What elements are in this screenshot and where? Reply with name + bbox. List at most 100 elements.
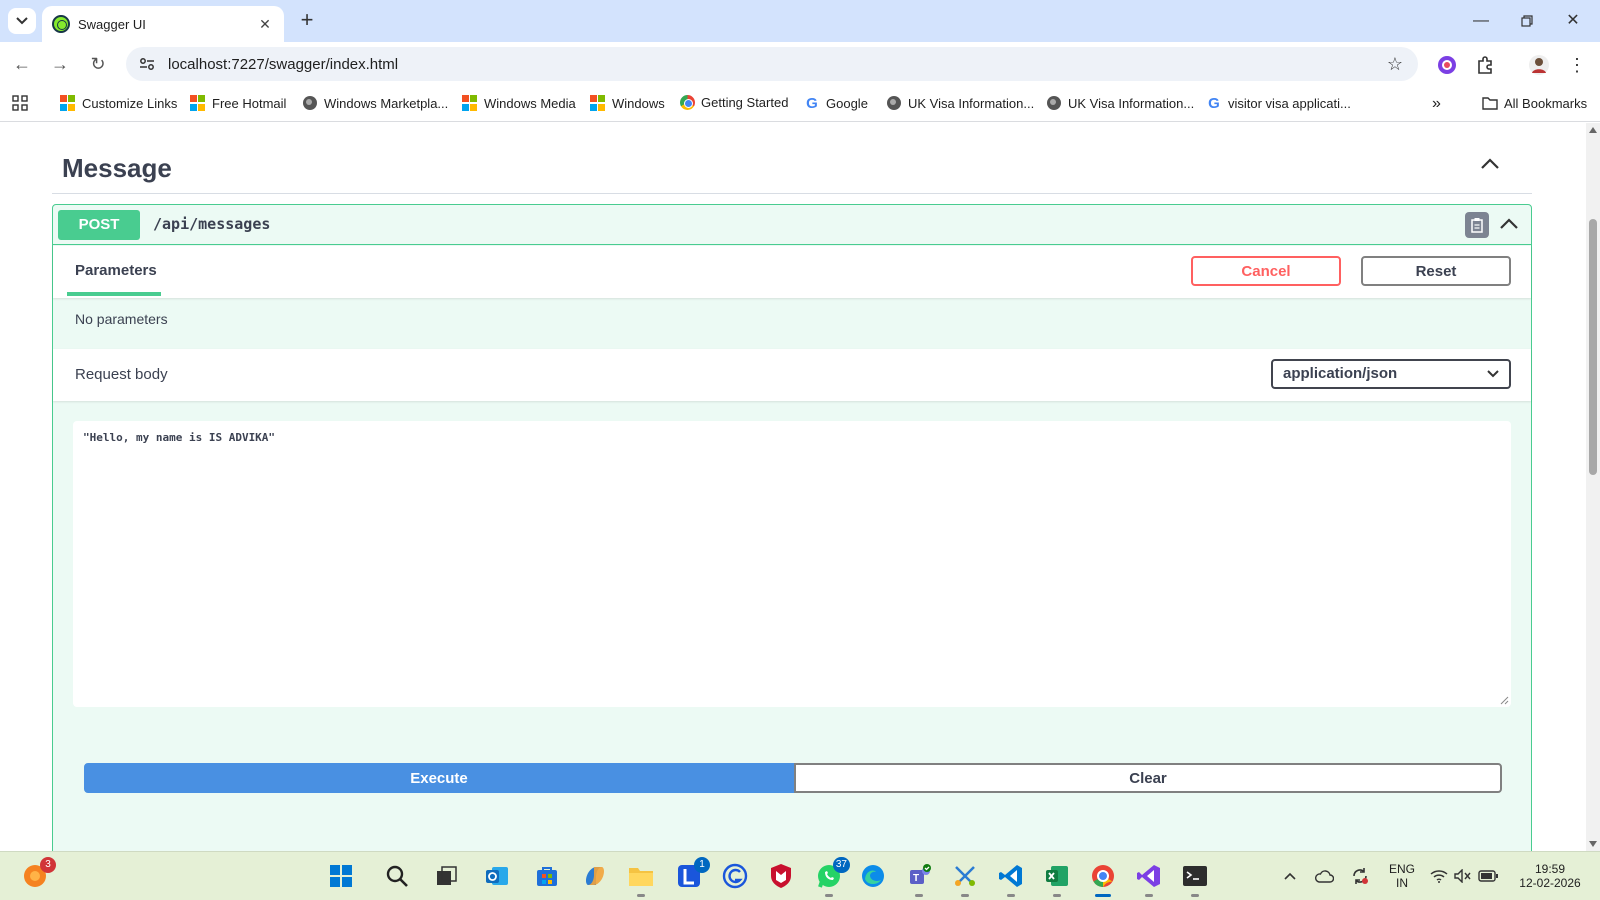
region-code: IN xyxy=(1396,876,1408,890)
input-language-indicator[interactable]: ENG IN xyxy=(1384,862,1420,890)
all-bookmarks-button[interactable]: All Bookmarks xyxy=(1482,95,1587,111)
scroll-up-arrow-icon[interactable] xyxy=(1589,127,1597,133)
bookmark-label: Getting Started xyxy=(701,95,789,110)
running-indicator xyxy=(1145,894,1153,897)
bookmark-getting-started[interactable]: Getting Started xyxy=(680,95,788,110)
content-type-select[interactable]: application/json xyxy=(1271,359,1511,389)
browser-menu-icon[interactable]: ⋮ xyxy=(1564,52,1590,78)
profile-avatar[interactable] xyxy=(1526,52,1552,78)
request-body-textarea[interactable]: "Hello, my name is IS ADVIKA" xyxy=(73,421,1511,707)
teams-icon[interactable]: T xyxy=(904,861,934,897)
back-arrow-icon[interactable]: ← xyxy=(8,50,36,78)
notification-app-icon[interactable]: 3 xyxy=(20,857,56,891)
cancel-button[interactable]: Cancel xyxy=(1191,256,1341,286)
resize-grip-icon[interactable] xyxy=(1499,695,1509,705)
bookmark-label: Windows xyxy=(612,95,665,111)
bookmark-uk-visa-1[interactable]: UK Visa Information... xyxy=(886,95,1034,111)
globe-icon xyxy=(886,95,902,111)
mcafee-shield-icon[interactable] xyxy=(766,861,796,891)
minimize-icon[interactable]: — xyxy=(1458,6,1504,36)
operation-path: /api/messages xyxy=(153,215,271,233)
tab-close-icon[interactable]: ✕ xyxy=(256,16,274,33)
outlook-icon[interactable] xyxy=(482,861,512,891)
clear-button[interactable]: Clear xyxy=(794,763,1502,793)
whatsapp-badge: 37 xyxy=(832,857,850,873)
reset-button[interactable]: Reset xyxy=(1361,256,1511,286)
bookmark-windows[interactable]: Windows xyxy=(590,95,665,111)
windows-logo-icon xyxy=(590,95,606,111)
microsoft-store-icon[interactable] xyxy=(532,861,562,891)
bookmark-windows-media[interactable]: Windows Media xyxy=(462,95,576,111)
bookmark-label: UK Visa Information... xyxy=(908,95,1035,111)
tab-title: Swagger UI xyxy=(78,16,146,32)
restore-icon[interactable] xyxy=(1504,6,1550,36)
screen-capture-extension-icon[interactable] xyxy=(1434,52,1460,78)
request-body-text: "Hello, my name is IS ADVIKA" xyxy=(83,431,276,444)
scroll-down-arrow-icon[interactable] xyxy=(1589,841,1597,847)
terminal-icon[interactable] xyxy=(1180,861,1210,897)
chrome-taskbar-icon[interactable] xyxy=(1088,861,1118,897)
whatsapp-icon[interactable]: 37 xyxy=(814,857,850,897)
tab-parameters[interactable]: Parameters xyxy=(67,246,161,296)
clock-date: 12-02-2026 xyxy=(1519,876,1581,890)
bookmark-customize-links[interactable]: Customize Links xyxy=(60,95,177,111)
start-windows-icon[interactable] xyxy=(326,861,356,891)
extensions-puzzle-icon[interactable] xyxy=(1472,52,1498,78)
running-indicator xyxy=(637,894,645,897)
search-icon[interactable] xyxy=(382,861,412,891)
snipping-tool-icon[interactable] xyxy=(950,861,980,897)
onedrive-cloud-icon[interactable] xyxy=(1312,861,1336,891)
bookmark-uk-visa-2[interactable]: UK Visa Information... xyxy=(1046,95,1194,111)
section-collapse-chevron-up-icon[interactable] xyxy=(1480,157,1506,179)
bookmark-label: Windows Marketpla... xyxy=(324,95,449,111)
apps-grid-icon[interactable] xyxy=(12,95,28,111)
execute-button[interactable]: Execute xyxy=(84,763,794,793)
l-app-icon[interactable]: 1 xyxy=(674,857,710,891)
google-icon: G xyxy=(806,95,818,112)
task-view-icon[interactable] xyxy=(432,861,462,891)
bookmark-free-hotmail[interactable]: Free Hotmail xyxy=(190,95,286,111)
bookmark-windows-marketplace[interactable]: Windows Marketpla... xyxy=(302,95,448,111)
bookmark-label: Google xyxy=(826,96,868,111)
running-indicator xyxy=(1007,894,1015,897)
copilot-icon[interactable] xyxy=(580,861,610,891)
running-indicator xyxy=(1191,894,1199,897)
volume-muted-icon[interactable] xyxy=(1452,861,1474,891)
battery-icon[interactable] xyxy=(1476,861,1500,891)
edge-icon[interactable] xyxy=(858,861,888,891)
bookmark-google[interactable]: G Google xyxy=(804,95,868,112)
operation-collapse-chevron-up-icon[interactable] xyxy=(1499,214,1523,236)
browser-tab-swagger[interactable]: Swagger UI ✕ xyxy=(42,6,284,42)
excel-icon[interactable] xyxy=(1042,861,1072,897)
vscode-icon[interactable] xyxy=(996,861,1026,897)
address-bar[interactable]: localhost:7227/swagger/index.html ☆ xyxy=(126,47,1418,81)
sync-icon[interactable] xyxy=(1348,861,1372,891)
content-type-value: application/json xyxy=(1283,365,1398,382)
google-icon: G xyxy=(1208,95,1220,112)
wifi-icon[interactable] xyxy=(1428,861,1450,891)
bookmark-visitor-visa[interactable]: G visitor visa applicati... xyxy=(1206,95,1351,112)
running-indicator xyxy=(961,894,969,897)
file-explorer-icon[interactable] xyxy=(626,861,656,897)
copy-to-clipboard-icon[interactable] xyxy=(1465,212,1489,238)
visual-studio-icon[interactable] xyxy=(1134,861,1164,897)
site-info-icon[interactable] xyxy=(136,53,158,75)
page-scrollbar[interactable] xyxy=(1586,123,1600,851)
section-divider xyxy=(52,193,1532,194)
new-tab-button[interactable]: + xyxy=(294,8,320,34)
scroll-thumb[interactable] xyxy=(1589,219,1597,475)
bookmark-label: Free Hotmail xyxy=(212,95,287,111)
clock[interactable]: 19:59 12-02-2026 xyxy=(1510,862,1590,890)
tab-search-button[interactable] xyxy=(8,8,36,34)
swagger-favicon-icon xyxy=(52,15,70,33)
running-indicator xyxy=(915,894,923,897)
show-hidden-icons-chevron-up-icon[interactable] xyxy=(1280,861,1300,891)
operation-summary[interactable]: POST /api/messages xyxy=(53,205,1531,245)
bookmark-star-icon[interactable]: ☆ xyxy=(1380,54,1410,75)
section-title[interactable]: Message xyxy=(62,153,172,184)
grammarly-icon[interactable] xyxy=(720,861,750,891)
reload-icon[interactable]: ↻ xyxy=(84,50,112,78)
bookmarks-overflow-button[interactable]: » xyxy=(1432,95,1441,113)
forward-arrow-icon[interactable]: → xyxy=(46,50,74,78)
window-close-icon[interactable]: ✕ xyxy=(1550,6,1596,36)
